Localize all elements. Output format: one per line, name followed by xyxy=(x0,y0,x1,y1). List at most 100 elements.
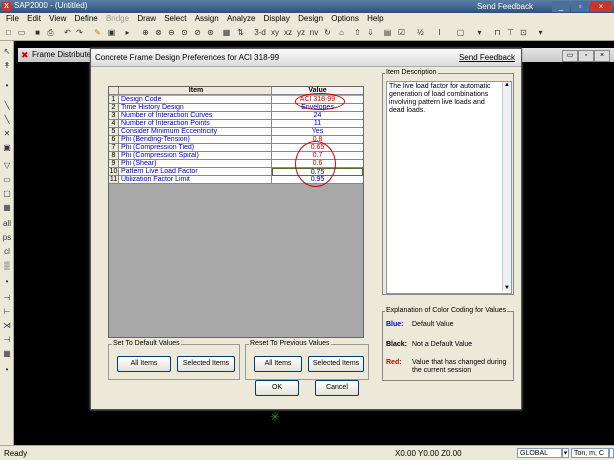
ok-button[interactable]: OK xyxy=(255,380,299,396)
menu-options[interactable]: Options xyxy=(331,13,359,25)
menu-assign[interactable]: Assign xyxy=(195,13,219,25)
coord-system-dropdown-icon[interactable]: ▾ xyxy=(562,448,569,458)
select-previous-icon[interactable]: ps xyxy=(2,233,12,243)
reset-all-items-button[interactable]: All Items xyxy=(254,356,302,372)
view-xy-button[interactable]: xy xyxy=(270,27,280,38)
pan-icon[interactable]: ⊛ xyxy=(205,27,216,38)
table-row[interactable]: 4 Number of Interaction Points 11 xyxy=(109,120,363,128)
view-3d-button[interactable]: 3-d xyxy=(253,27,267,38)
up-arrow-icon[interactable]: ⇧ xyxy=(352,27,363,38)
menu-analyze[interactable]: Analyze xyxy=(227,13,255,25)
reset-selected-items-button[interactable]: Selected Items xyxy=(308,356,364,372)
more-tools-icon[interactable]: ▾ xyxy=(535,27,546,38)
run-analysis-icon[interactable]: ▸ xyxy=(122,27,133,38)
send-feedback-link[interactable]: Send Feedback xyxy=(470,1,540,12)
rotate-3d-icon[interactable]: ↻ xyxy=(322,27,333,38)
draw-frame-icon[interactable]: ⊓ xyxy=(492,27,503,38)
menu-define[interactable]: Define xyxy=(75,13,98,25)
section-properties-icon[interactable]: I xyxy=(434,27,445,38)
menu-design[interactable]: Design xyxy=(298,13,323,25)
dialog-send-feedback-link[interactable]: Send Feedback xyxy=(459,53,515,62)
pencil-icon[interactable]: ✎ xyxy=(92,27,103,38)
minimize-button[interactable]: _ xyxy=(552,1,570,12)
snap-joints-icon[interactable]: • xyxy=(2,277,12,287)
row-value-cell[interactable]: 11 xyxy=(272,120,363,128)
draw-link-icon[interactable]: ▣ xyxy=(2,143,12,153)
menu-edit[interactable]: Edit xyxy=(27,13,41,25)
zoom-out-icon[interactable]: ⊖ xyxy=(166,27,177,38)
sidebar-more-icon[interactable]: • xyxy=(2,365,12,375)
menu-file[interactable]: File xyxy=(6,13,19,25)
undo-icon[interactable]: ↶ xyxy=(62,27,73,38)
units-select[interactable]: Ton, m, C xyxy=(571,448,609,458)
scroll-down-arrow-icon[interactable]: ▼ xyxy=(503,285,511,291)
draw-joint-icon[interactable]: • xyxy=(2,81,12,91)
default-selected-items-button[interactable]: Selected Items xyxy=(177,356,235,372)
quick-draw-frame-icon[interactable]: ╲ xyxy=(2,115,12,125)
rubber-band-icon[interactable]: ⇅ xyxy=(235,27,246,38)
item-description-box[interactable]: The live load factor for automatic gener… xyxy=(386,81,512,294)
default-all-items-button[interactable]: All Items xyxy=(117,356,171,372)
snap-lines-icon[interactable]: ⊣ xyxy=(2,335,12,345)
print-icon[interactable]: ⎙ xyxy=(45,27,56,38)
perspective-icon[interactable]: ⌂ xyxy=(336,27,347,38)
draw-frame-tool-icon[interactable]: ╲ xyxy=(2,101,12,111)
model-minimize-button[interactable]: ▭ xyxy=(562,50,578,62)
zoom-previous-icon[interactable]: ⊘ xyxy=(192,27,203,38)
row-value-cell[interactable]: 24 xyxy=(272,112,363,120)
menu-display[interactable]: Display xyxy=(264,13,290,25)
menu-view[interactable]: View xyxy=(49,13,66,25)
view-yz-button[interactable]: yz xyxy=(296,27,306,38)
menu-help[interactable]: Help xyxy=(367,13,383,25)
scroll-up-arrow-icon[interactable]: ▲ xyxy=(503,82,511,88)
table-row[interactable]: 3 Number of Interaction Curves 24 xyxy=(109,112,363,120)
reshape-icon[interactable]: ↟ xyxy=(2,61,12,71)
snap-intersections-icon[interactable]: ⊢ xyxy=(2,307,12,317)
zoom-in-icon[interactable]: ⊕ xyxy=(140,27,151,38)
down-arrow-icon[interactable]: ⇩ xyxy=(365,27,376,38)
close-button[interactable]: × xyxy=(590,1,612,12)
intersect-select-icon[interactable]: ▒ xyxy=(2,261,12,271)
menu-draw[interactable]: Draw xyxy=(137,13,156,25)
draw-brace-icon[interactable]: ✕ xyxy=(2,129,12,139)
assign-restraint-icon[interactable]: ▢ xyxy=(455,27,466,38)
quick-draw-area-icon[interactable]: ▢ xyxy=(2,189,12,199)
draw-rect-area-icon[interactable]: ▭ xyxy=(2,175,12,185)
pointer-icon[interactable]: ↖ xyxy=(2,47,12,57)
snap-fine-grid-icon[interactable]: ▦ xyxy=(2,349,12,359)
set-display-icon[interactable]: ▤ xyxy=(382,27,393,38)
show-undeformed-icon[interactable]: ½ xyxy=(415,27,426,38)
row-value-cell[interactable]: Yes xyxy=(272,128,363,136)
units-dropdown-icon[interactable] xyxy=(609,448,614,458)
snap-ends-icon[interactable]: ⊣ xyxy=(2,293,12,303)
dropdown-icon[interactable]: ▾ xyxy=(474,27,485,38)
open-file-icon[interactable]: ▭ xyxy=(16,27,27,38)
snap-perpendicular-icon[interactable]: ⋊ xyxy=(2,321,12,331)
cancel-button[interactable]: Cancel xyxy=(315,380,359,396)
draw-area-tool-icon[interactable]: ▽ xyxy=(2,161,12,171)
select-all-icon[interactable]: all xyxy=(2,219,12,229)
checkbox-options-icon[interactable]: ☑ xyxy=(396,27,407,38)
lock-icon[interactable]: ▣ xyxy=(106,27,117,38)
clear-selection-icon[interactable]: cl xyxy=(2,247,12,257)
maximize-button[interactable]: ▫ xyxy=(571,1,589,12)
menu-select[interactable]: Select xyxy=(164,13,186,25)
view-nv-button[interactable]: nv xyxy=(309,27,319,38)
legend-blue: Blue: Default Value xyxy=(386,321,454,329)
table-row[interactable]: 5 Consider Minimum Eccentricity Yes xyxy=(109,128,363,136)
model-close-button[interactable]: × xyxy=(594,50,610,62)
description-scrollbar[interactable]: ▲ ▼ xyxy=(502,82,511,291)
zoom-fit-icon[interactable]: ⊙ xyxy=(179,27,190,38)
refresh-icon[interactable]: ▦ xyxy=(221,27,232,38)
menu-bridge[interactable]: Bridge xyxy=(106,13,129,25)
draw-area-icon[interactable]: ⊡ xyxy=(518,27,529,38)
draw-solid-icon[interactable]: ▦ xyxy=(2,203,12,213)
draw-section-icon[interactable]: ⊤ xyxy=(505,27,516,38)
redo-icon[interactable]: ↷ xyxy=(74,27,85,38)
model-restore-button[interactable]: ▫ xyxy=(578,50,594,62)
view-xz-button[interactable]: xz xyxy=(283,27,293,38)
coordinate-system-select[interactable]: GLOBAL xyxy=(517,448,562,458)
zoom-window-icon[interactable]: ⊗ xyxy=(153,27,164,38)
new-file-icon[interactable]: □ xyxy=(3,27,14,38)
save-icon[interactable]: ■ xyxy=(32,27,43,38)
